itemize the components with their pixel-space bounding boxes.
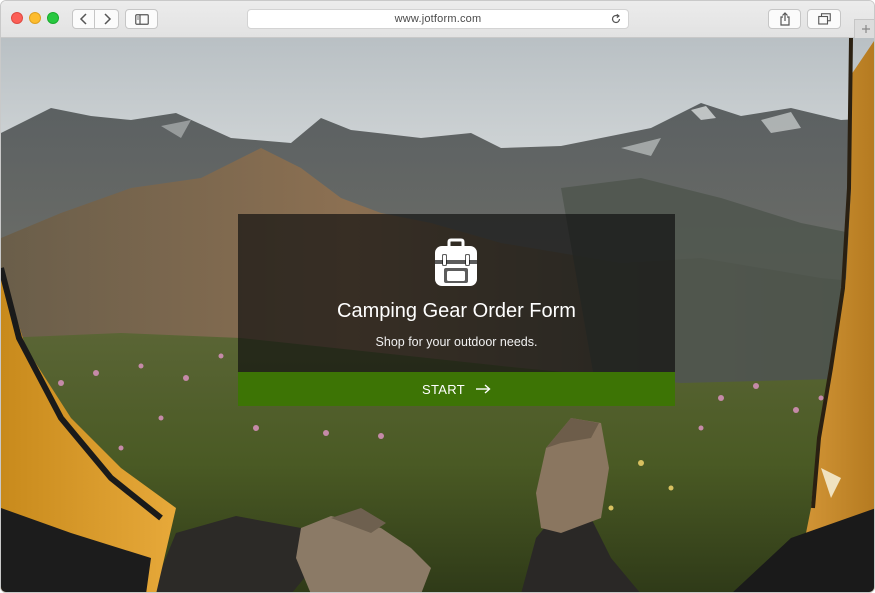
forward-icon bbox=[103, 13, 111, 25]
browser-window: www.jotform.com Camping Gear Order Form … bbox=[0, 0, 875, 593]
form-title: Camping Gear Order Form bbox=[337, 300, 576, 322]
backpack-icon bbox=[435, 238, 477, 286]
start-button-label: START bbox=[422, 381, 465, 397]
sidebar-toggle-button[interactable] bbox=[125, 9, 158, 29]
tabs-icon bbox=[817, 13, 831, 25]
reload-icon[interactable] bbox=[610, 13, 622, 25]
sidebar-icon bbox=[134, 13, 149, 25]
minimize-window-button[interactable] bbox=[29, 12, 41, 24]
browser-toolbar: www.jotform.com bbox=[1, 1, 874, 38]
new-tab-button[interactable] bbox=[854, 19, 874, 38]
share-button[interactable] bbox=[768, 9, 801, 29]
zoom-window-button[interactable] bbox=[47, 12, 59, 24]
back-icon bbox=[79, 13, 87, 25]
arrow-right-icon bbox=[475, 384, 491, 394]
share-icon bbox=[779, 12, 790, 26]
page-content: Camping Gear Order Form Shop for your ou… bbox=[1, 38, 874, 592]
forward-button[interactable] bbox=[95, 9, 119, 29]
show-tabs-button[interactable] bbox=[807, 9, 841, 29]
form-subtitle: Shop for your outdoor needs. bbox=[375, 335, 538, 349]
address-bar[interactable]: www.jotform.com bbox=[247, 9, 629, 29]
form-welcome-card: Camping Gear Order Form Shop for your ou… bbox=[238, 214, 675, 372]
close-window-button[interactable] bbox=[11, 12, 23, 24]
back-button[interactable] bbox=[72, 9, 95, 29]
url-text: www.jotform.com bbox=[394, 13, 482, 25]
plus-icon bbox=[861, 25, 870, 33]
start-button[interactable]: START bbox=[238, 372, 675, 406]
